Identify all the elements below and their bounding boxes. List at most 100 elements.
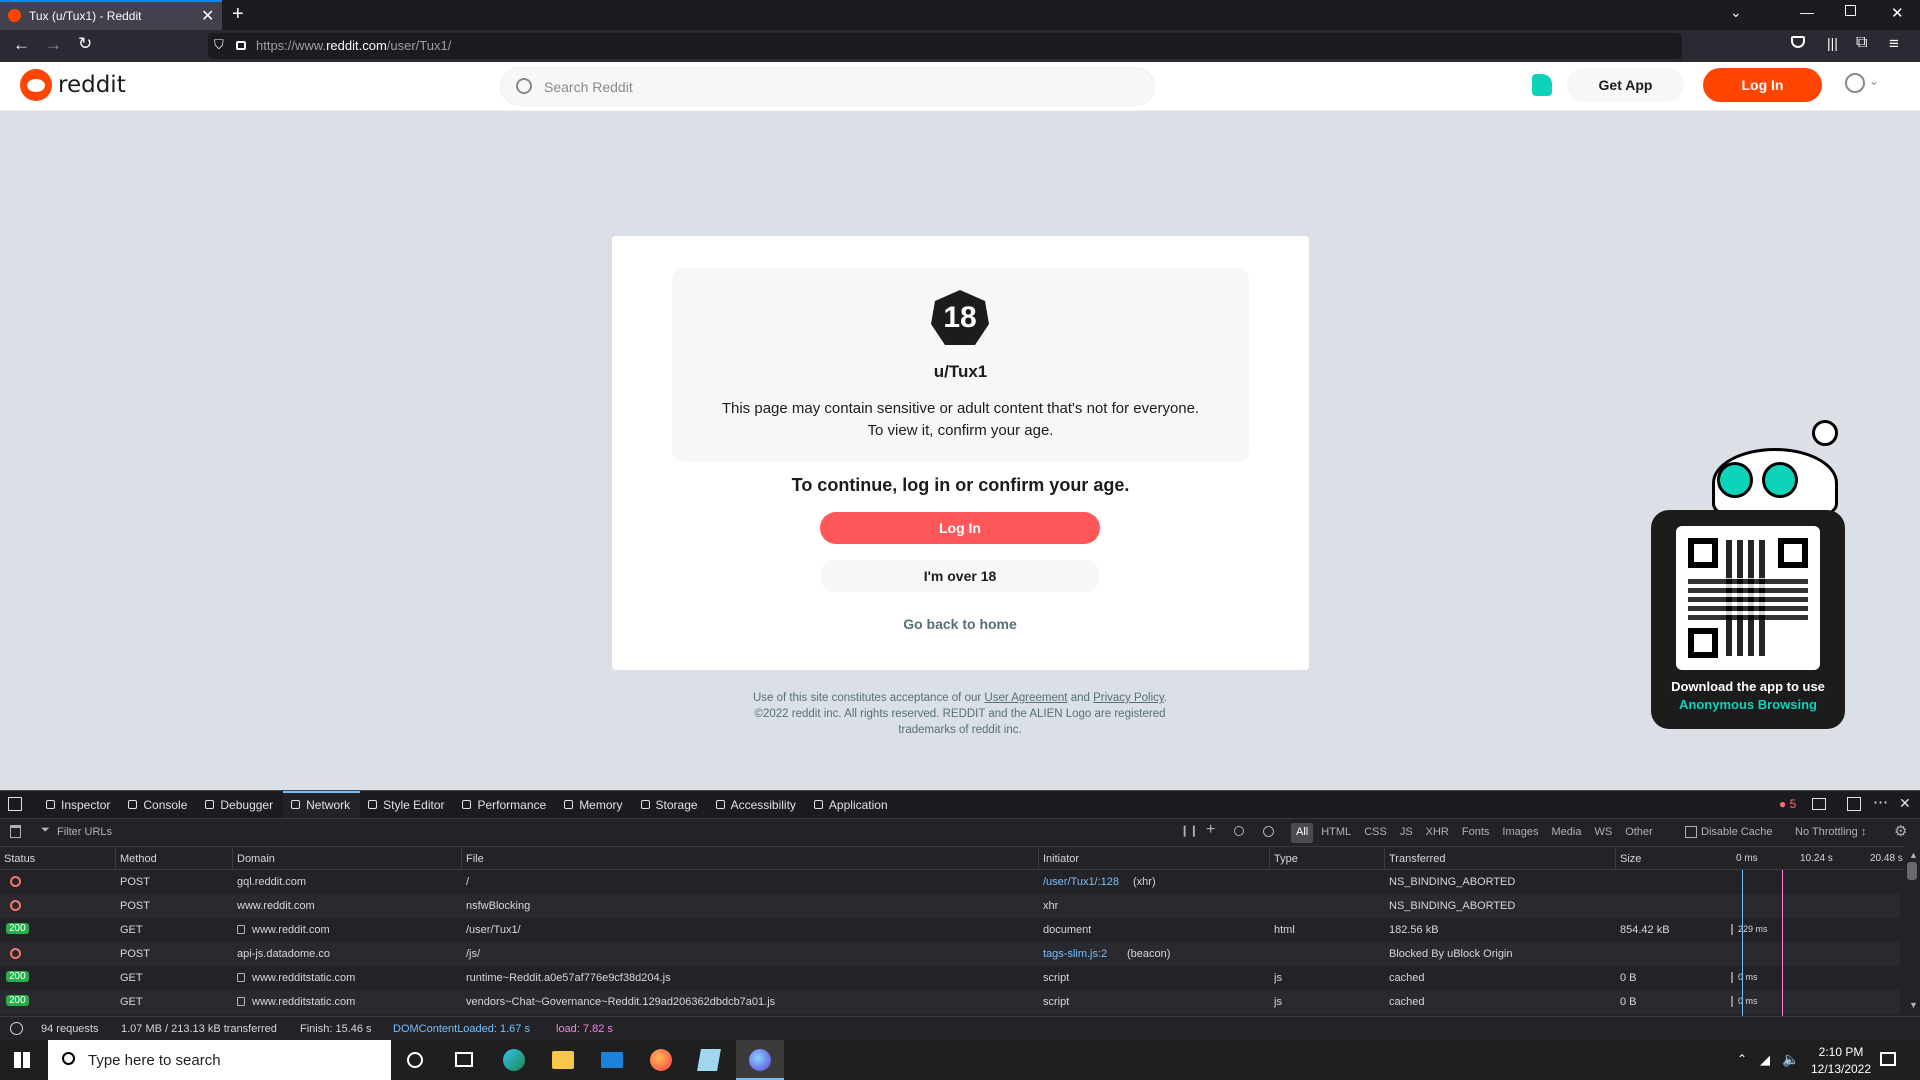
restore-icon[interactable]: [1845, 5, 1856, 16]
more-options-icon[interactable]: ⋯: [1873, 793, 1888, 811]
column-divider[interactable]: [1269, 847, 1270, 871]
disable-cache-checkbox[interactable]: [1685, 826, 1697, 838]
user-menu[interactable]: ⌄: [1845, 73, 1881, 97]
devtools-tab-network[interactable]: Network: [283, 791, 361, 818]
network-request-row[interactable]: 200 GET www.redditstatic.com vendors~Chat~G…: [0, 990, 1900, 1014]
column-header-initiator[interactable]: Initiator: [1043, 853, 1079, 865]
add-request-icon[interactable]: +: [1206, 821, 1215, 839]
request-initiator-link[interactable]: tags-slim.js:2: [1043, 948, 1107, 960]
responsive-mode-icon[interactable]: [1812, 798, 1826, 810]
dock-icon[interactable]: [1847, 797, 1861, 811]
browser-tab[interactable]: Tux (u/Tux1) - Reddit ✕: [0, 0, 222, 30]
firefox-dev-taskbar-item[interactable]: [736, 1040, 784, 1080]
close-devtools-icon[interactable]: ✕: [1899, 795, 1911, 812]
devtools-tab-debugger[interactable]: Debugger: [197, 791, 283, 818]
extensions-icon[interactable]: ⧉: [1856, 34, 1867, 52]
go-home-link[interactable]: Go back to home: [820, 616, 1100, 632]
tab-list-icon[interactable]: ⌄: [1730, 4, 1742, 21]
taskbar-search[interactable]: Type here to search: [48, 1040, 391, 1080]
request-initiator-link[interactable]: /user/Tux1/:128: [1043, 876, 1119, 888]
pause-icon[interactable]: ❙❙: [1180, 824, 1198, 837]
devtools-tab-storage[interactable]: Storage: [633, 791, 708, 818]
type-filter-ws[interactable]: WS: [1589, 823, 1617, 843]
network-request-row[interactable]: POST www.reddit.com nsfwBlocking xhr NS_BIND…: [0, 894, 1900, 918]
mail-icon[interactable]: [601, 1052, 623, 1068]
column-header-transferred[interactable]: Transferred: [1389, 853, 1445, 865]
show-hidden-icons-icon[interactable]: ⌃: [1737, 1052, 1747, 1066]
network-request-row[interactable]: POST api-js.datadome.co/js/tags-slim.js:2…: [0, 942, 1900, 966]
column-header-file[interactable]: File: [466, 853, 484, 865]
search-bar[interactable]: Search Reddit: [500, 67, 1155, 106]
devtools-tab-application[interactable]: Application: [806, 791, 898, 818]
devtools-tab-accessibility[interactable]: Accessibility: [708, 791, 806, 818]
element-picker-icon[interactable]: [8, 797, 22, 811]
search-requests-icon[interactable]: [1234, 826, 1244, 836]
filter-urls-input[interactable]: Filter URLs: [57, 826, 112, 838]
column-divider[interactable]: [115, 847, 116, 871]
block-requests-icon[interactable]: [1263, 826, 1274, 837]
column-divider[interactable]: [1615, 847, 1616, 871]
reddit-logo[interactable]: reddit: [20, 69, 126, 101]
header-login-button[interactable]: Log In: [1703, 68, 1822, 102]
edge-icon[interactable]: [503, 1049, 525, 1071]
type-filter-fonts[interactable]: Fonts: [1457, 823, 1495, 843]
user-agreement-link[interactable]: User Agreement: [984, 692, 1067, 704]
column-divider[interactable]: [461, 847, 462, 871]
back-icon[interactable]: ←: [13, 35, 30, 55]
minimize-icon[interactable]: —: [1800, 4, 1814, 20]
column-header-type[interactable]: Type: [1274, 853, 1298, 865]
column-header-domain[interactable]: Domain: [237, 853, 275, 865]
performance-analysis-icon[interactable]: [10, 1022, 23, 1035]
network-request-row[interactable]: 200 GET www.reddit.com/user/Tux1/document h…: [0, 918, 1900, 942]
network-request-row[interactable]: 200 GET www.redditstatic.com runtime~Reddit…: [0, 966, 1900, 990]
notifications-icon[interactable]: [1880, 1052, 1896, 1066]
clock-date[interactable]: 12/13/2022: [1806, 1062, 1876, 1076]
throttling-select[interactable]: No Throttling ↕: [1795, 826, 1866, 838]
column-divider[interactable]: [1038, 847, 1039, 871]
devtools-tab-inspector[interactable]: Inspector: [38, 791, 120, 818]
reload-icon[interactable]: ↻: [78, 34, 92, 54]
network-request-row[interactable]: POST gql.reddit.com / /user/Tux1/:128 (xhr)…: [0, 870, 1900, 894]
library-icon[interactable]: |||: [1827, 35, 1838, 51]
address-bar[interactable]: ⛉ https://www.reddit.com/user/Tux1/: [208, 33, 1682, 59]
type-filter-xhr[interactable]: XHR: [1421, 823, 1454, 843]
get-app-button[interactable]: Get App: [1567, 68, 1684, 102]
devtools-tab-performance[interactable]: Performance: [454, 791, 556, 818]
over-18-button[interactable]: I'm over 18: [820, 560, 1100, 592]
type-filter-media[interactable]: Media: [1546, 823, 1586, 843]
column-header-size[interactable]: Size: [1620, 853, 1641, 865]
type-filter-images[interactable]: Images: [1497, 823, 1543, 843]
new-tab-icon[interactable]: +: [232, 3, 244, 26]
cortana-icon[interactable]: [407, 1052, 423, 1068]
task-view-icon[interactable]: [455, 1052, 473, 1067]
type-filter-other[interactable]: Other: [1620, 823, 1658, 843]
type-filter-js[interactable]: JS: [1395, 823, 1418, 843]
clock-time[interactable]: 2:10 PM: [1806, 1045, 1876, 1059]
advertise-icon[interactable]: [1532, 74, 1552, 96]
search-input[interactable]: Search Reddit: [544, 79, 633, 95]
type-filter-css[interactable]: CSS: [1359, 823, 1392, 843]
taskbar-search-input[interactable]: Type here to search: [88, 1052, 221, 1069]
devtools-tab-memory[interactable]: Memory: [556, 791, 632, 818]
column-divider[interactable]: [1384, 847, 1385, 871]
column-divider[interactable]: [232, 847, 233, 871]
column-header-status[interactable]: Status: [4, 853, 35, 865]
network-settings-gear-icon[interactable]: ⚙: [1894, 822, 1907, 840]
gate-login-button[interactable]: Log In: [820, 512, 1100, 544]
close-window-icon[interactable]: ✕: [1891, 4, 1904, 22]
network-icon[interactable]: ◢: [1760, 1052, 1770, 1068]
column-header-method[interactable]: Method: [120, 853, 157, 865]
tracking-shield-icon[interactable]: ⛉: [214, 37, 224, 53]
type-filter-html[interactable]: HTML: [1316, 823, 1356, 843]
devtools-tab-style-editor[interactable]: Style Editor: [360, 791, 454, 818]
clear-log-icon[interactable]: [10, 825, 21, 838]
type-filter-all[interactable]: All: [1291, 823, 1314, 843]
privacy-policy-link[interactable]: Privacy Policy: [1093, 692, 1164, 704]
windows-start-icon[interactable]: [14, 1052, 30, 1068]
firefox-icon[interactable]: [650, 1049, 672, 1071]
devtools-tab-console[interactable]: Console: [120, 791, 197, 818]
tab-close-icon[interactable]: ✕: [201, 6, 214, 26]
menu-icon[interactable]: ≡: [1889, 34, 1899, 54]
volume-icon[interactable]: 🔈: [1782, 1051, 1799, 1068]
pocket-icon[interactable]: [1791, 36, 1805, 48]
